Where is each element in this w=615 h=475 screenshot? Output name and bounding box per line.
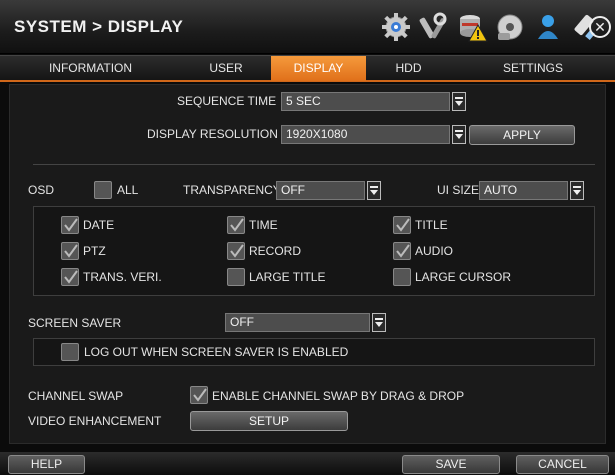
chevron-down-icon[interactable] [372,313,386,332]
check-icon [64,218,78,232]
channel-swap-checkbox[interactable] [190,386,208,404]
check-icon [64,270,78,284]
tab-settings[interactable]: SETTINGS [451,56,615,81]
video-enhancement-label: VIDEO ENHANCEMENT [28,414,162,428]
help-button[interactable]: HELP [8,455,85,474]
transparency-select[interactable]: OFF [276,181,365,200]
check-icon [396,244,410,258]
osd-title-checkbox[interactable] [393,216,411,234]
logout-checkbox[interactable] [61,343,79,361]
osd-large-title-checkbox[interactable] [227,268,245,286]
logout-label: LOG OUT WHEN SCREEN SAVER IS ENABLED [84,345,349,359]
check-icon [64,244,78,258]
divider [33,164,595,165]
osd-trans-veri-label: TRANS. VERI. [83,270,162,284]
osd-title-label: TITLE [415,218,448,232]
check-icon [230,244,244,258]
screen-saver-select[interactable]: OFF [225,313,370,332]
tools-icon[interactable] [416,9,452,45]
apply-button[interactable]: APPLY [469,125,575,145]
sequence-time-label: SEQUENCE TIME [177,94,277,108]
osd-large-cursor-label: LARGE CURSOR [415,270,512,284]
display-resolution-select[interactable]: 1920X1080 [281,125,450,144]
footer-bar: HELP SAVE CANCEL [0,452,615,475]
chevron-down-icon[interactable] [452,125,466,144]
osd-time-label: TIME [249,218,278,232]
title-bar: SYSTEM > DISPLAY ✕ [0,0,615,54]
channel-swap-option-label: ENABLE CHANNEL SWAP BY DRAG & DROP [212,389,465,403]
screen-saver-label: SCREEN SAVER [28,316,122,330]
page-title: SYSTEM > DISPLAY [14,17,184,36]
osd-label: OSD [28,183,55,197]
osd-date-label: DATE [83,218,115,232]
osd-ptz-checkbox[interactable] [61,242,79,260]
channel-swap-label: CHANNEL SWAP [28,389,124,403]
sequence-time-select[interactable]: 5 SEC [281,92,450,111]
tab-hdd[interactable]: HDD [366,56,451,81]
osd-record-checkbox[interactable] [227,242,245,260]
osd-all-label: ALL [117,183,139,197]
osd-large-cursor-checkbox[interactable] [393,268,411,286]
ui-size-label: UI SIZE [437,183,480,197]
check-icon [193,388,207,402]
chevron-down-icon[interactable] [570,181,584,200]
osd-audio-label: AUDIO [415,244,454,258]
close-icon[interactable]: ✕ [589,16,611,38]
osd-ptz-label: PTZ [83,244,106,258]
ui-size-select[interactable]: AUTO [479,181,568,200]
cancel-button[interactable]: CANCEL [516,455,609,474]
setup-button[interactable]: SETUP [190,411,348,431]
check-icon [230,218,244,232]
tab-bar: INFORMATION USER DISPLAY HDD SETTINGS [0,55,615,82]
osd-date-checkbox[interactable] [61,216,79,234]
tab-display[interactable]: DISPLAY [271,56,366,81]
save-button[interactable]: SAVE [402,455,500,474]
chevron-down-icon[interactable] [452,92,466,111]
tab-information[interactable]: INFORMATION [0,56,181,81]
network-icon[interactable] [492,9,528,45]
display-resolution-label: DISPLAY RESOLUTION [147,127,278,141]
chevron-down-icon[interactable] [367,181,381,200]
osd-time-checkbox[interactable] [227,216,245,234]
osd-trans-veri-checkbox[interactable] [61,268,79,286]
osd-all-checkbox[interactable] [94,181,112,199]
user-icon[interactable] [530,9,566,45]
check-icon [396,218,410,232]
osd-audio-checkbox[interactable] [393,242,411,260]
hdd-warning-icon[interactable] [454,9,490,45]
osd-large-title-label: LARGE TITLE [249,270,326,284]
tab-user[interactable]: USER [181,56,271,81]
transparency-label: TRANSPARENCY [183,183,281,197]
osd-record-label: RECORD [249,244,302,258]
gear-icon[interactable] [378,9,414,45]
